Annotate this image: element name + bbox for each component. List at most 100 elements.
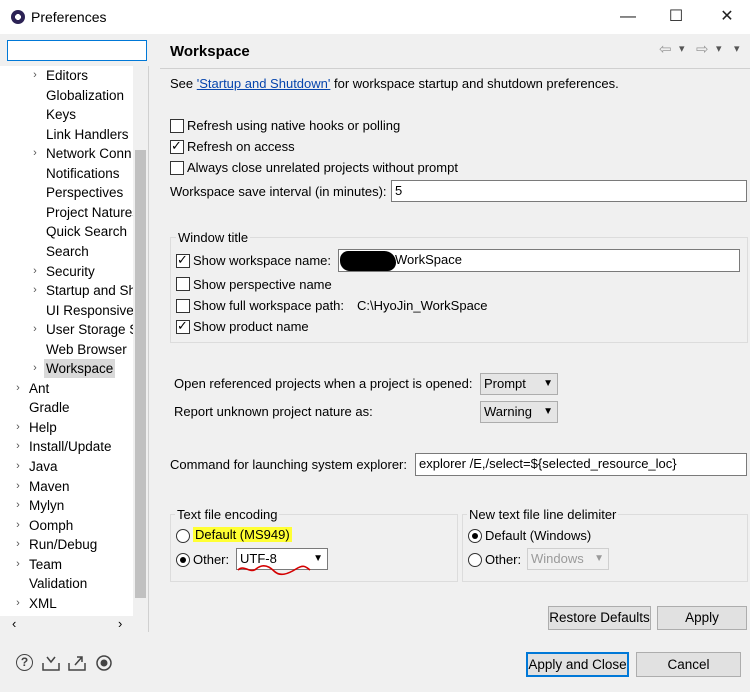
intro-text: See 'Startup and Shutdown' for workspace… xyxy=(170,76,619,91)
show-full-path-checkbox[interactable] xyxy=(176,299,190,313)
tree-item-label: Globalization xyxy=(46,87,125,103)
refresh-native-checkbox[interactable] xyxy=(170,119,184,133)
record-icon[interactable] xyxy=(95,654,113,672)
tree-item[interactable]: › Help xyxy=(0,418,133,437)
tree-item-label: Quick Search xyxy=(46,224,128,240)
save-interval-label: Workspace save interval (in minutes): xyxy=(170,184,387,199)
apply-button[interactable]: Apply xyxy=(657,606,747,630)
tree-item[interactable]: › Team xyxy=(0,555,133,574)
tree-item[interactable]: › Java xyxy=(0,457,133,476)
chevron-right-icon[interactable]: › xyxy=(12,477,24,496)
chevron-right-icon[interactable]: › xyxy=(12,594,24,613)
tree-item-label: Web Browser xyxy=(46,341,127,357)
tree-item-label: Gradle xyxy=(29,400,70,416)
back-icon[interactable]: ⇦ xyxy=(659,40,672,58)
enc-default-radio[interactable] xyxy=(176,529,190,543)
import-icon[interactable] xyxy=(41,654,61,672)
chevron-right-icon[interactable]: › xyxy=(12,516,24,535)
apply-and-close-button[interactable]: Apply and Close xyxy=(526,652,629,677)
tree-item[interactable]: › Install/Update xyxy=(0,437,133,456)
report-unknown-combo[interactable]: Warning ▼ xyxy=(480,401,558,423)
tree-item[interactable]: › User Storage S xyxy=(0,320,138,339)
show-perspective-checkbox[interactable] xyxy=(176,277,190,291)
chevron-right-icon[interactable]: › xyxy=(29,359,41,378)
back-menu-icon[interactable]: ▾ xyxy=(679,42,685,55)
chevron-right-icon[interactable]: › xyxy=(12,535,24,554)
restore-defaults-button[interactable]: Restore Defaults xyxy=(548,606,651,630)
refresh-access-label: Refresh on access xyxy=(187,139,295,154)
filter-input[interactable] xyxy=(7,40,147,61)
tree-item[interactable]: Web Browser xyxy=(0,340,133,359)
tree-item[interactable]: Validation xyxy=(0,574,133,593)
window-title: Preferences xyxy=(31,9,107,25)
tree-item[interactable]: Notifications xyxy=(0,164,133,183)
scroll-right-icon[interactable]: › xyxy=(118,616,122,631)
delim-other-combo[interactable]: Windows ▼ xyxy=(527,548,609,570)
tree-item[interactable]: › Ant xyxy=(0,379,133,398)
delim-other-radio[interactable] xyxy=(468,553,482,567)
tree-item-label: Link Handlers xyxy=(46,126,129,142)
tree-item[interactable]: › Oomph xyxy=(0,516,133,535)
chevron-right-icon[interactable]: › xyxy=(29,262,41,281)
delim-default-label: Default (Windows) xyxy=(485,528,592,543)
tree-horizontal-scrollbar[interactable]: ‹ › xyxy=(0,616,148,632)
chevron-right-icon[interactable]: › xyxy=(29,281,41,300)
maximize-button[interactable]: ☐ xyxy=(653,0,699,34)
chevron-right-icon[interactable]: › xyxy=(12,555,24,574)
tree-item-label: Install/Update xyxy=(29,439,112,455)
tree-item-label: Startup and Sh xyxy=(46,283,137,299)
chevron-right-icon[interactable]: › xyxy=(12,379,24,398)
refresh-native-label: Refresh using native hooks or polling xyxy=(187,118,401,133)
chevron-right-icon[interactable]: › xyxy=(29,320,41,339)
tree-item[interactable]: Project Natures xyxy=(0,203,139,222)
view-menu-icon[interactable]: ▾ xyxy=(734,42,740,55)
save-interval-input[interactable]: 5 xyxy=(391,180,747,202)
close-button[interactable]: ✕ xyxy=(704,0,750,34)
tree-item[interactable]: › Mylyn xyxy=(0,496,133,515)
tree-item[interactable]: › Startup and Sh xyxy=(0,281,137,300)
tree-item[interactable]: UI Responsiver xyxy=(0,301,138,320)
startup-shutdown-link[interactable]: 'Startup and Shutdown' xyxy=(197,76,331,91)
help-icon[interactable]: ? xyxy=(16,654,33,671)
tree-item[interactable]: › Run/Debug xyxy=(0,535,133,554)
tree-item[interactable]: › Workspace xyxy=(0,359,133,379)
minimize-button[interactable]: — xyxy=(605,0,651,34)
tree-item[interactable]: › Network Conn xyxy=(0,144,133,163)
tree-item[interactable]: Link Handlers xyxy=(0,125,133,144)
always-close-checkbox[interactable] xyxy=(170,161,184,175)
chevron-right-icon[interactable]: › xyxy=(12,418,24,437)
intro-suffix: for workspace startup and shutdown prefe… xyxy=(330,76,619,91)
tree-item[interactable]: Search xyxy=(0,242,133,261)
enc-other-radio[interactable] xyxy=(176,553,190,567)
show-ws-name-checkbox[interactable] xyxy=(176,252,190,268)
export-icon[interactable] xyxy=(67,654,87,672)
tree-item[interactable]: Quick Search xyxy=(0,222,133,241)
chevron-right-icon[interactable]: › xyxy=(29,66,41,85)
tree-item[interactable]: › Editors xyxy=(0,66,133,85)
show-product-checkbox[interactable] xyxy=(176,318,190,334)
delim-default-radio[interactable] xyxy=(468,529,482,543)
tree-item[interactable]: Globalization xyxy=(0,86,133,105)
chevron-right-icon[interactable]: › xyxy=(12,496,24,515)
chevron-down-icon: ▼ xyxy=(594,553,604,564)
forward-menu-icon[interactable]: ▾ xyxy=(716,42,722,55)
red-underline-annotation xyxy=(237,565,311,576)
tree-item[interactable]: Perspectives xyxy=(0,183,133,202)
refresh-access-checkbox[interactable] xyxy=(170,138,184,154)
chevron-right-icon[interactable]: › xyxy=(12,457,24,476)
cmd-input[interactable]: explorer /E,/select=${selected_resource_… xyxy=(415,453,747,476)
tree-item[interactable]: › XML xyxy=(0,594,133,613)
scroll-left-icon[interactable]: ‹ xyxy=(12,616,16,631)
cancel-button[interactable]: Cancel xyxy=(636,652,741,677)
tree-item[interactable]: › Security xyxy=(0,262,133,281)
tree-item[interactable]: › Maven xyxy=(0,477,133,496)
tree-scroll-thumb[interactable] xyxy=(135,150,146,598)
encoding-group-label: Text file encoding xyxy=(175,507,280,522)
tree-item[interactable]: Keys xyxy=(0,105,133,124)
ws-name-input[interactable]: WorkSpace xyxy=(338,249,740,272)
chevron-right-icon[interactable]: › xyxy=(29,144,41,163)
tree-item[interactable]: Gradle xyxy=(0,398,133,417)
chevron-right-icon[interactable]: › xyxy=(12,437,24,456)
forward-icon[interactable]: ⇨ xyxy=(696,40,709,58)
open-ref-combo[interactable]: Prompt ▼ xyxy=(480,373,558,395)
